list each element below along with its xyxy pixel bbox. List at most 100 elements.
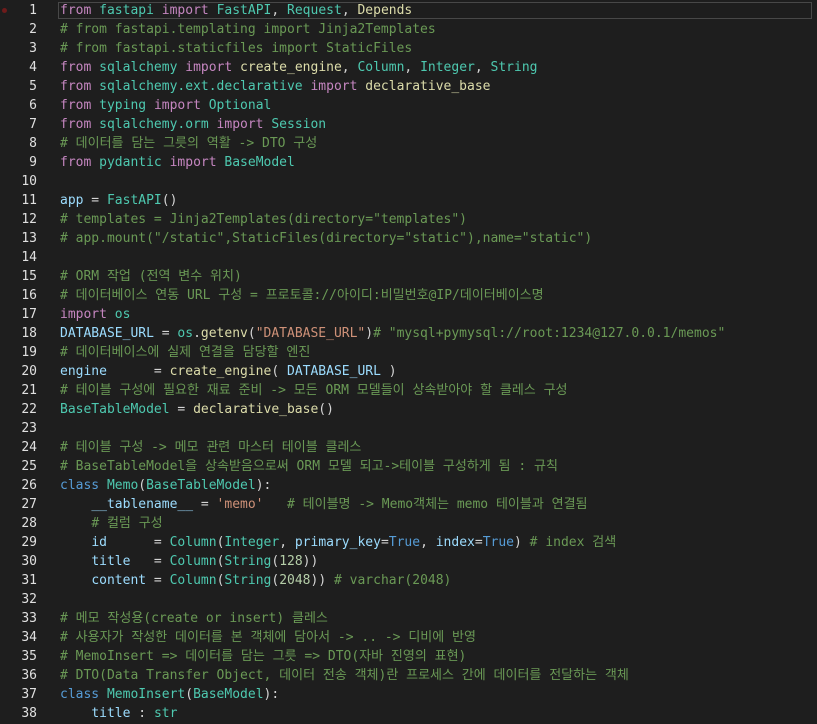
code-line[interactable]: 9 from pydantic import BaseModel [0,153,817,172]
code-token: = [193,497,217,512]
code-token: pydantic [99,155,162,170]
code-line[interactable]: 28 # 컬럼 구성 [0,514,817,533]
code-text: DATABASE_URL = os.getenv("DATABASE_URL")… [60,324,725,343]
line-number: 4 [29,60,37,75]
code-token: getenv [200,326,248,341]
code-token: ): [263,687,280,702]
code-token: # BaseTableModel을 상속받음으로써 ORM 모델 되고->테이블… [60,459,558,474]
code-text: # app.mount("/static",StaticFiles(direct… [60,229,592,248]
code-line[interactable]: 10 [0,172,817,191]
code-line[interactable]: 24 # 테이블 구성 -> 메모 관련 마스터 테이블 클레스 [0,438,817,457]
code-text: class Memo(BaseTableModel): [60,476,271,495]
code-line[interactable]: 2 # from fastapi.templating import Jinja2… [0,20,817,39]
code-line[interactable]: 33 # 메모 작성용(create or insert) 클레스 [0,609,817,628]
line-number: 19 [21,345,37,360]
line-number: 37 [21,687,37,702]
code-line[interactable]: 29 id = Column(Integer, primary_key=True… [0,533,817,552]
line-number: 22 [21,402,37,417]
code-editor[interactable]: 1 from fastapi import FastAPI, Request, D… [0,0,817,724]
code-token: typing [99,98,147,113]
code-token: from [60,117,92,132]
code-line[interactable]: 5 from sqlalchemy.ext.declarative import … [0,77,817,96]
code-text: # 데이터를 담는 그릇의 역활 -> DTO 구성 [60,134,317,153]
code-line[interactable]: 13 # app.mount("/static",StaticFiles(dire… [0,229,817,248]
code-line[interactable]: 14 [0,248,817,267]
code-line[interactable]: 18 DATABASE_URL = os.getenv("DATABASE_URL… [0,324,817,343]
code-line[interactable]: 6 from typing import Optional [0,96,817,115]
line-number: 1 [29,3,37,18]
code-text: id = Column(Integer, primary_key=True, i… [60,533,616,552]
code-token: import [169,155,217,170]
code-token: = [146,573,170,588]
code-token: sqlalchemy.ext.declarative [99,79,303,94]
code-token: = [130,554,170,569]
code-token: ) [380,364,397,379]
code-line[interactable]: 15 # ORM 작업 (전역 변수 위치) [0,267,817,286]
code-text: app = FastAPI() [60,191,177,210]
code-text: title = Column(String(128)) [60,552,318,571]
code-token: Memo [106,478,139,493]
line-number: 20 [21,364,37,379]
code-line[interactable]: 31 content = Column(String(2048)) # varc… [0,571,817,590]
code-line[interactable]: 16 # 데이터베이스 연동 URL 구성 = 프로토콜://아이디:비밀번호@I… [0,286,817,305]
code-line[interactable]: 11 app = FastAPI() [0,191,817,210]
code-line[interactable]: 4 from sqlalchemy import create_engine, C… [0,58,817,77]
code-line[interactable]: 21 # 테이블 구성에 필요한 재료 준비 -> 모든 ORM 모델들이 상속받… [0,381,817,400]
code-token: from [60,155,92,170]
code-line[interactable]: 17 import os [0,305,817,324]
line-number: 31 [21,573,37,588]
code-token: # from fastapi.templating import Jinja2T… [60,22,436,37]
code-token: . [193,326,201,341]
code-line[interactable]: 26 class Memo(BaseTableModel): [0,476,817,495]
code-token: BaseModel [224,155,295,170]
code-line[interactable]: 37 class MemoInsert(BaseModel): [0,685,817,704]
code-token: : [130,706,154,721]
code-token: BaseModel [193,687,264,702]
code-line[interactable]: 30 title = Column(String(128)) [0,552,817,571]
code-token: id [91,535,107,550]
code-token: String [224,554,272,569]
code-text: # 데이터베이스에 실제 연결을 담당할 엔진 [60,343,310,362]
line-number: 26 [21,478,37,493]
code-token: # templates = Jinja2Templates(directory=… [60,212,467,227]
line-number: 36 [21,668,37,683]
code-token: ( [247,326,256,341]
code-line[interactable]: 34 # 사용자가 작성한 데이터를 본 객체에 담아서 -> .. -> 디비에… [0,628,817,647]
code-line[interactable]: 20 engine = create_engine( DATABASE_URL ) [0,362,817,381]
code-token: , [271,3,288,18]
code-token: # "mysql+pymysql://root:1234@127.0.0.1/m… [373,326,726,341]
code-line[interactable]: 36 # DTO(Data Transfer Object, 데이터 전송 객체)… [0,666,817,685]
code-line[interactable]: 38 title : str [0,704,817,723]
code-text: # MemoInsert => 데이터를 담는 그릇 => DTO(자바 진영의… [60,647,466,666]
code-line[interactable]: 32 [0,590,817,609]
code-line[interactable]: 19 # 데이터베이스에 실제 연결을 담당할 엔진 [0,343,817,362]
code-text: # from fastapi.templating import Jinja2T… [60,20,436,39]
code-line[interactable]: 8 # 데이터를 담는 그릇의 역활 -> DTO 구성 [0,134,817,153]
code-token: from [60,79,92,94]
code-line[interactable]: 1 from fastapi import FastAPI, Request, D… [0,1,817,20]
code-token: , [420,535,436,550]
code-line[interactable]: 7 from sqlalchemy.orm import Session [0,115,817,134]
code-token: from [60,3,92,18]
code-token: # index 검색 [529,535,617,550]
code-line[interactable]: 3 # from fastapi.staticfiles import Stati… [0,39,817,58]
code-token: Request [287,3,342,18]
line-number: 38 [21,706,37,721]
code-token: # MemoInsert => 데이터를 담는 그릇 => DTO(자바 진영의… [60,649,467,664]
code-line[interactable]: 25 # BaseTableModel을 상속받음으로써 ORM 모델 되고->테… [0,457,817,476]
code-token: , [341,3,358,18]
code-token: String [490,60,538,75]
code-token: Session [271,117,327,132]
code-line[interactable]: 12 # templates = Jinja2Templates(director… [0,210,817,229]
code-token: Column [169,554,217,569]
code-line[interactable]: 35 # MemoInsert => 데이터를 담는 그릇 => DTO(자바 진… [0,647,817,666]
code-line[interactable]: 23 [0,419,817,438]
code-text: # from fastapi.staticfiles import Static… [60,39,412,58]
code-token: # 컬럼 구성 [91,516,163,531]
code-token: , [404,60,421,75]
code-text: # 컬럼 구성 [60,514,163,533]
line-number: 2 [29,22,37,37]
code-line[interactable]: 22 BaseTableModel = declarative_base() [0,400,817,419]
code-line[interactable]: 27 __tablename__ = 'memo' # 테이블명 -> Memo… [0,495,817,514]
